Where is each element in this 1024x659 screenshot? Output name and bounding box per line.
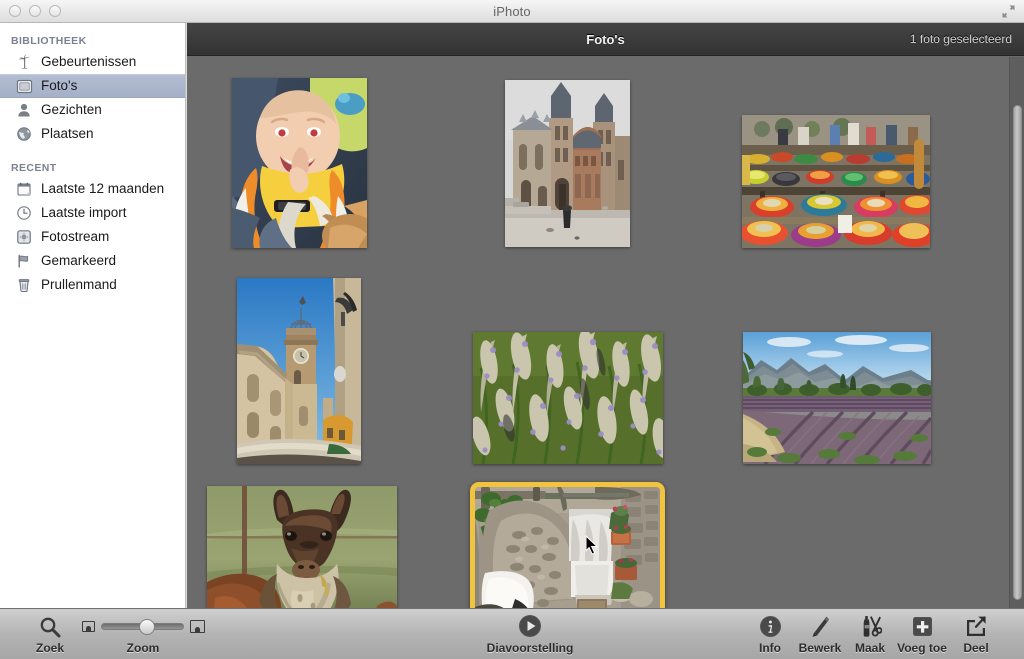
bottom-toolbar: Zoek Zoom Diavoorstelling Info Bewerk Ma… <box>0 608 1024 659</box>
trash-icon <box>14 276 34 294</box>
plus-square-icon <box>911 614 934 638</box>
sidebar-item-gezichten[interactable]: Gezichten <box>0 98 185 122</box>
sidebar-section-header-recent: RECENT <box>11 162 57 174</box>
sidebar-item-plaatsen[interactable]: Plaatsen <box>0 122 185 146</box>
sidebar-item-fotostream[interactable]: Fotostream <box>0 225 185 249</box>
content-area: Foto's 1 foto geselecteerd <box>187 23 1024 608</box>
page-title: Foto's <box>586 31 625 47</box>
share-label: Deel <box>963 641 989 655</box>
small-thumbnail-icon[interactable] <box>81 620 95 632</box>
zoom-slider-knob[interactable] <box>138 618 155 635</box>
title-bar: iPhoto <box>0 0 1024 23</box>
play-circle-icon <box>518 614 542 638</box>
sidebar-item-label: Fotostream <box>41 229 110 245</box>
zoom-label: Zoom <box>126 641 160 655</box>
sidebar-item-prullenmand[interactable]: Prullenmand <box>0 273 185 297</box>
photo-thumbnail-lavender-closeup[interactable] <box>473 332 663 464</box>
sidebar-item-label: Gemarkeerd <box>41 253 117 269</box>
calendar-icon <box>14 180 34 198</box>
palm-tree-icon <box>14 53 34 71</box>
zoom-slider-group[interactable]: Zoom <box>81 614 205 655</box>
slideshow-label: Diavoorstelling <box>486 641 574 655</box>
person-icon <box>14 101 34 119</box>
edit-label: Bewerk <box>798 641 842 655</box>
pencil-icon <box>809 614 832 638</box>
selection-status: 1 foto geselecteerd <box>909 32 1012 46</box>
sidebar-item-label: Prullenmand <box>41 277 117 293</box>
photo-thumbnail-lavender-field-mountains[interactable] <box>743 332 931 464</box>
sidebar-item-gemarkeerd[interactable]: Gemarkeerd <box>0 249 185 273</box>
sidebar-item-laatste-import[interactable]: Laatste import <box>0 201 185 225</box>
content-header-bar: Foto's 1 foto geselecteerd <box>187 23 1024 56</box>
share-button[interactable]: Deel <box>944 614 1008 655</box>
photo-thumbnail-church-with-two-towers[interactable] <box>505 80 630 247</box>
magnifier-icon <box>39 614 61 638</box>
scrollbar-thumb[interactable] <box>1013 105 1022 600</box>
large-thumbnail-icon[interactable] <box>189 619 205 633</box>
info-label: Info <box>759 641 781 655</box>
share-arrow-icon <box>964 614 988 638</box>
sidebar-item-label: Laatste import <box>41 205 127 221</box>
fullscreen-arrows-icon[interactable] <box>1001 4 1016 19</box>
info-circle-icon <box>759 614 782 638</box>
sidebar-item-label: Laatste 12 maanden <box>41 181 165 197</box>
photostream-icon <box>14 228 34 246</box>
sidebar-item-label: Gezichten <box>41 102 102 118</box>
photo-thumbnail-stone-archway-alley[interactable] <box>470 482 665 608</box>
search-button[interactable]: Zoek <box>18 614 82 655</box>
sidebar-item-label: Gebeurtenissen <box>41 54 137 70</box>
add-label: Voeg toe <box>897 641 947 655</box>
photo-thumbnail-baby-in-yellow-bib[interactable] <box>232 78 367 248</box>
sidebar-item-laatste-12-maanden[interactable]: Laatste 12 maanden <box>0 177 185 201</box>
sidebar-item-gebeurtenissen[interactable]: Gebeurtenissen <box>0 50 185 74</box>
slideshow-button[interactable]: Diavoorstelling <box>480 614 580 655</box>
window-title: iPhoto <box>493 3 531 19</box>
photo-thumbnail-llama-portrait[interactable] <box>207 486 397 608</box>
vertical-scrollbar[interactable] <box>1009 57 1024 608</box>
photo-thumbnail-clock-tower-church[interactable] <box>237 278 361 464</box>
photo-thumbnail-market-pottery-bowls[interactable] <box>742 115 930 248</box>
photo-square-icon <box>14 77 34 95</box>
sidebar-item-label: Foto's <box>41 78 78 94</box>
search-label: Zoek <box>35 641 64 655</box>
flag-icon <box>14 252 34 270</box>
scissors-glue-icon <box>858 614 882 638</box>
sidebar-item-fotos[interactable]: Foto's <box>0 74 185 98</box>
sidebar: BIBLIOTHEEK Gebeurtenissen Foto's Gezich… <box>0 23 186 608</box>
sidebar-section-header-library: BIBLIOTHEEK <box>11 35 87 47</box>
zoom-slider[interactable] <box>100 618 184 635</box>
photo-grid <box>187 57 1024 608</box>
create-label: Maak <box>854 641 886 655</box>
iphoto-window: iPhoto BIBLIOTHEEK Gebeurtenissen Foto's… <box>0 0 1024 659</box>
clock-icon <box>14 204 34 222</box>
globe-icon <box>14 125 34 143</box>
sidebar-item-label: Plaatsen <box>41 126 94 142</box>
